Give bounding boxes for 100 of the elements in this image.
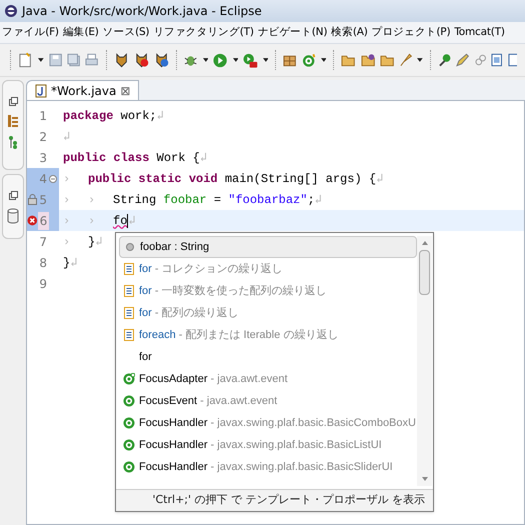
template-icon (123, 307, 135, 319)
save-icon[interactable] (48, 53, 62, 67)
scrollbar[interactable] (417, 236, 432, 486)
line-number: 3 (38, 150, 48, 166)
folder-icon[interactable] (360, 53, 375, 67)
line-number: 1 (38, 108, 48, 124)
new-class-icon[interactable] (302, 52, 316, 68)
eclipse-logo-icon (4, 4, 18, 18)
restore-icon[interactable] (8, 97, 18, 106)
menu-item[interactable]: ソース(S) (100, 24, 152, 40)
line-number: 8 (38, 254, 48, 272)
proposal-item[interactable]: FocusHandler - javax.swing.plaf.basic.BasicSliderUI (119, 456, 417, 478)
pencil-icon[interactable] (456, 53, 470, 67)
dropdown-caret-icon[interactable] (417, 58, 424, 62)
proposal-item[interactable]: FocusEvent - java.awt.event (119, 390, 417, 412)
code-text: foobar (163, 192, 207, 208)
new-file-icon[interactable] (18, 52, 34, 68)
proposal-item[interactable]: FocusHandler - javax.swing.plaf.basic.BasicComboBoxUI (119, 412, 417, 434)
dropdown-caret-icon[interactable] (262, 58, 268, 62)
line-end-marker: ↲ (95, 234, 102, 250)
dropdown-caret-icon[interactable] (202, 58, 208, 62)
dropdown-caret-icon[interactable] (320, 58, 326, 62)
class-icon (123, 417, 135, 429)
code-text: } (63, 254, 70, 272)
cylinder-icon[interactable] (7, 208, 19, 224)
folder-icon[interactable] (341, 53, 356, 67)
code-text: public static void (88, 170, 218, 188)
window-icon[interactable] (508, 53, 518, 67)
proposal-item[interactable]: for - 一時変数を使った配列の繰り返し (119, 280, 417, 302)
status-hint: 'Ctrl+;' の押下 で テンプレート・プロポーザル を表示 (152, 492, 425, 508)
whitespace-marker: › (63, 212, 72, 230)
save-all-icon[interactable] (67, 53, 80, 67)
cat-stop-icon[interactable] (134, 52, 150, 68)
menu-item[interactable]: Tomcat(T) (452, 24, 507, 40)
whitespace-marker: › (88, 192, 96, 208)
collapse-icon[interactable] (49, 174, 57, 182)
printer-icon[interactable] (85, 53, 99, 67)
class-icon (123, 395, 135, 407)
proposal-item[interactable]: FocusHandler - javax.swing.plaf.basic.BasicListUI (119, 434, 417, 456)
run-tools-icon[interactable] (243, 52, 258, 68)
line-end-marker: ↲ (63, 128, 70, 146)
template-icon (123, 263, 135, 275)
code-text: = (212, 192, 222, 208)
close-icon[interactable]: ⊠ (120, 82, 130, 100)
bug-icon[interactable] (184, 53, 198, 67)
proposal-item[interactable]: for - コレクションの繰り返し (119, 258, 417, 280)
line-number: 9 (38, 276, 48, 292)
lock-icon[interactable] (28, 194, 38, 205)
whitespace-marker: › (63, 170, 72, 188)
cat-restart-icon[interactable] (154, 52, 170, 68)
line-end-marker: ↲ (314, 192, 322, 208)
pin-icon[interactable] (438, 53, 452, 67)
menu-item[interactable]: ナビゲート(N) (256, 24, 330, 40)
code-text: main(String[] args) { (224, 170, 376, 188)
error-icon[interactable] (27, 215, 38, 226)
code-text: ; (307, 192, 315, 208)
proposal-item[interactable]: for - 配列の繰り返し (119, 302, 417, 324)
dropdown-caret-icon[interactable] (232, 58, 238, 62)
proposal-item[interactable]: FocusAdapter - java.awt.event (119, 368, 417, 390)
window-title: Java - Work/src/work/Work.java - Eclipse (22, 3, 262, 20)
java-file-icon[interactable] (35, 84, 47, 98)
proposal-item[interactable]: foobar : String (119, 236, 417, 258)
menu-item[interactable]: 検索(A) (329, 24, 370, 40)
code-text: } (88, 234, 96, 250)
whitespace-marker: › (63, 234, 72, 250)
scroll-thumb[interactable] (419, 250, 430, 295)
tree-icon[interactable] (8, 136, 18, 149)
document-icon[interactable] (491, 53, 503, 67)
line-number: 6 (38, 212, 50, 230)
line-end-marker: ↲ (70, 254, 78, 272)
menu-item[interactable]: ファイル(F) (0, 24, 61, 40)
run-icon[interactable] (213, 52, 228, 68)
line-end-marker: ↲ (156, 108, 164, 124)
whitespace-marker: › (63, 192, 72, 208)
restore-icon[interactable] (8, 191, 18, 200)
text-cursor (127, 214, 128, 228)
proposal-item[interactable]: foreach - 配列または Iterable の繰り返し (119, 324, 417, 346)
folder-icon[interactable] (380, 53, 394, 67)
field-icon (124, 241, 136, 253)
menu-item[interactable]: プロジェクト(P) (370, 24, 452, 40)
hierarchy-icon[interactable] (8, 115, 18, 127)
proposal-item[interactable]: for (119, 346, 417, 368)
abstract-class-icon (123, 373, 135, 385)
line-number: 2 (38, 128, 48, 146)
class-icon (123, 439, 135, 451)
package-icon[interactable] (283, 53, 297, 67)
editor-tab[interactable]: *Work.java ⊠ (26, 80, 140, 100)
code-text: fo (113, 212, 128, 230)
dropdown-caret-icon[interactable] (38, 58, 44, 62)
menu-item[interactable]: リファクタリング(T) (151, 24, 256, 40)
cat-icon[interactable] (114, 52, 129, 68)
code-text: package (63, 108, 114, 124)
class-icon (123, 461, 135, 473)
code-text: work; (120, 108, 157, 124)
line-end-marker: ↲ (200, 150, 208, 166)
line-end-marker: ↲ (128, 212, 136, 230)
menu-item[interactable]: 編集(E) (60, 24, 101, 40)
line-end-marker: ↲ (376, 170, 384, 188)
line-number: 4 (38, 170, 48, 188)
line-number: 5 (38, 192, 48, 208)
